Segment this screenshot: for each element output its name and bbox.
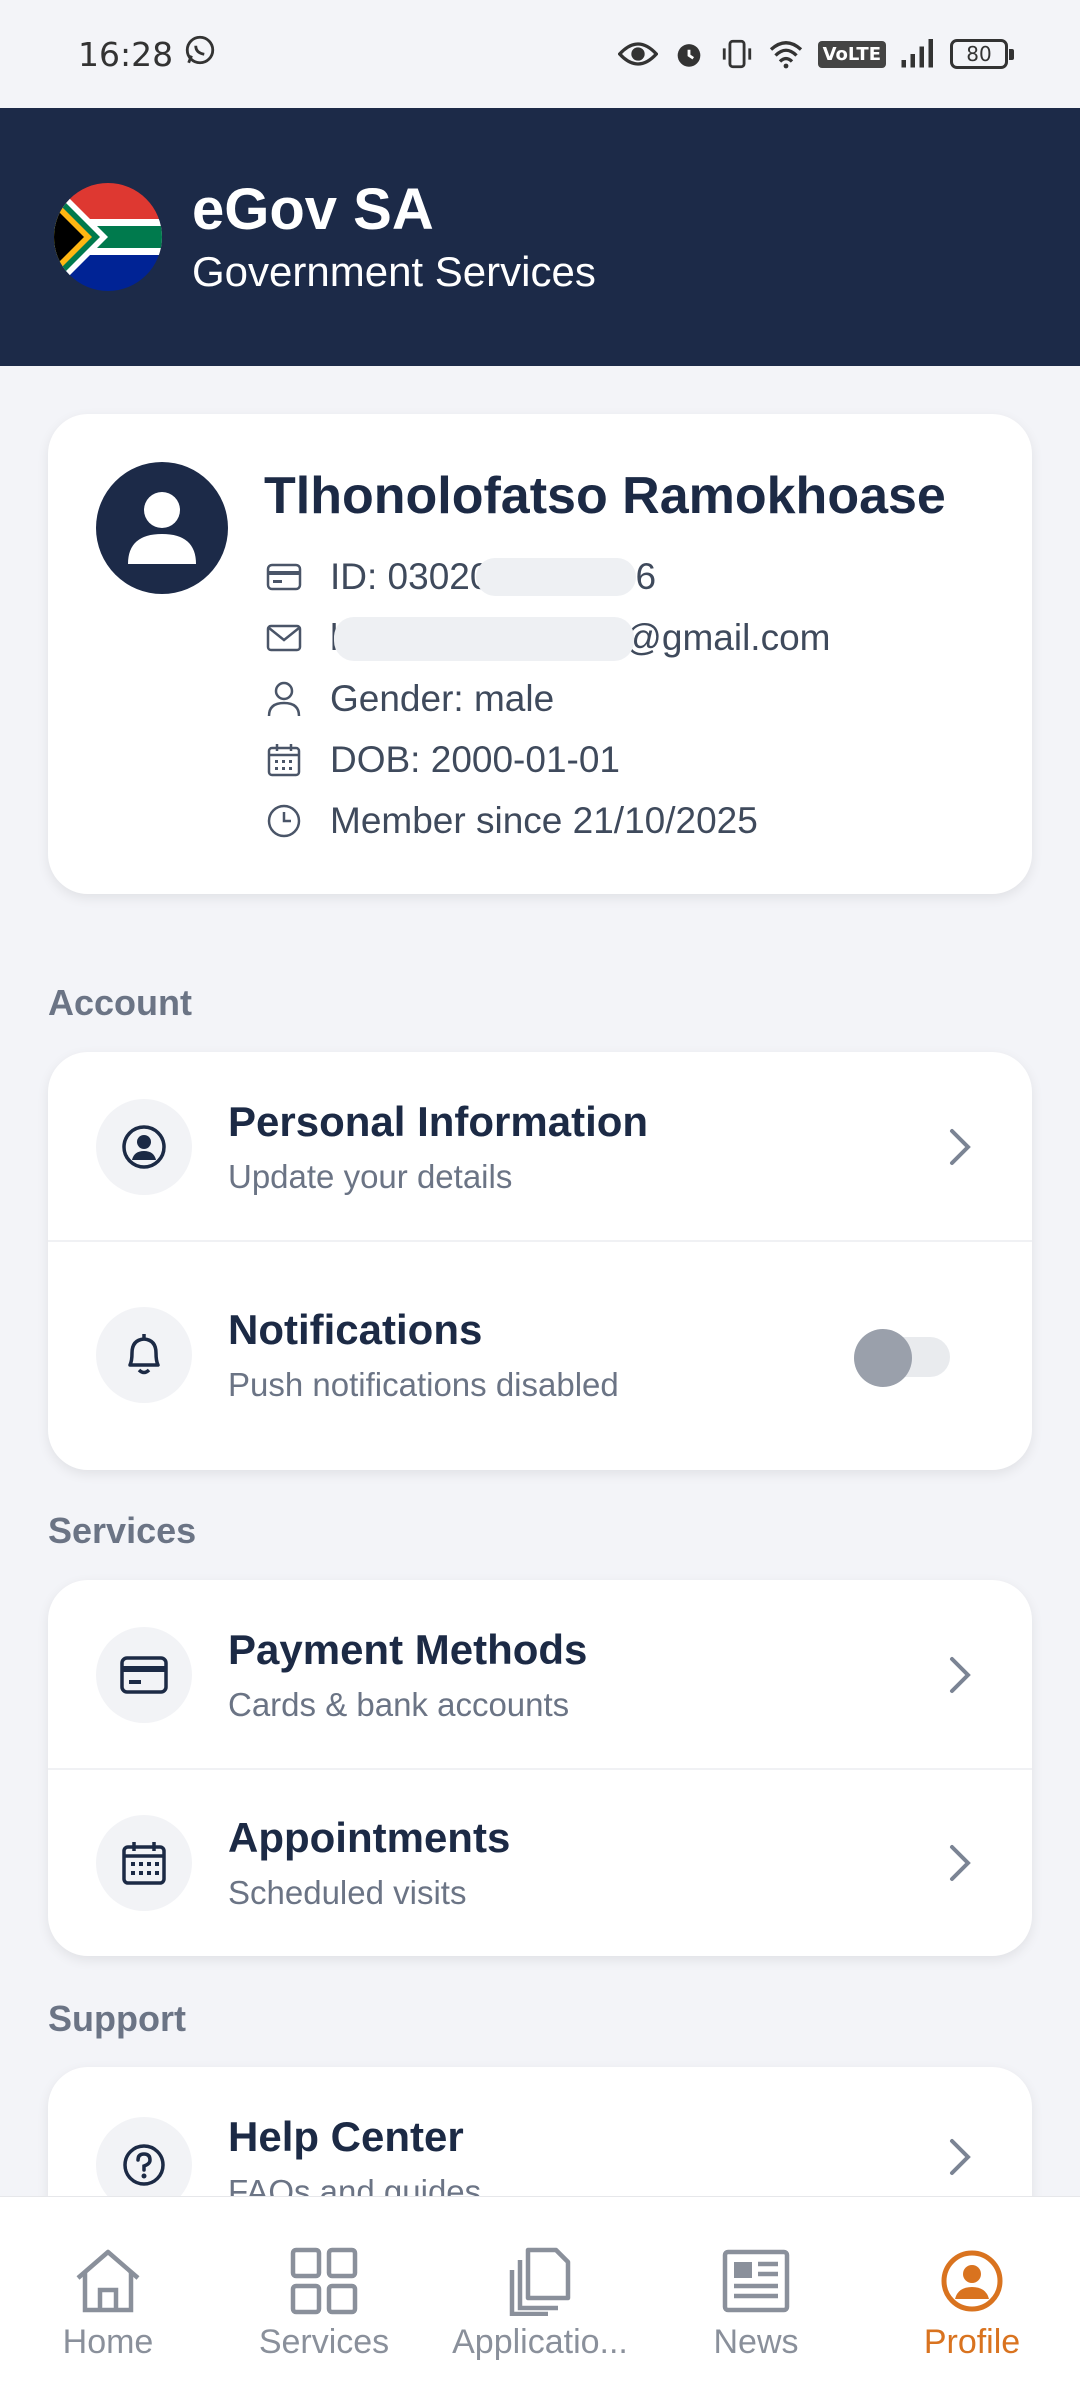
dob-row: DOB: 2000-01-01 xyxy=(264,739,620,781)
nav-home-label: Home xyxy=(62,2323,154,2361)
payment-methods-item[interactable]: Payment Methods Cards & bank accounts xyxy=(48,1580,1032,1770)
person-icon xyxy=(264,679,304,719)
notifications-item[interactable]: Notifications Push notifications disable… xyxy=(48,1260,1032,1450)
help-center-title: Help Center xyxy=(228,2113,464,2160)
chevron-right-icon xyxy=(946,1655,974,1700)
appointments-subtitle: Scheduled visits xyxy=(228,1874,467,1911)
nav-applications-label: Applicatio... xyxy=(452,2323,628,2361)
status-time: 16:28 xyxy=(78,34,174,74)
gender-row: Gender: male xyxy=(264,678,554,720)
status-left: 16:28 xyxy=(78,33,217,75)
newspaper-icon xyxy=(722,2245,790,2317)
user-circle-icon xyxy=(96,1099,192,1195)
payment-methods-subtitle: Cards & bank accounts xyxy=(228,1686,570,1723)
dob-text: DOB: 2000-01-01 xyxy=(330,739,621,780)
nav-news[interactable]: News xyxy=(648,2197,864,2388)
clock-icon xyxy=(264,801,304,841)
whatsapp-icon xyxy=(183,33,217,75)
member-since-row: Member since 21/10/2025 xyxy=(264,800,758,842)
volte-icon: VoLTE xyxy=(817,40,886,68)
bell-icon xyxy=(96,1307,192,1403)
toggle-knob xyxy=(854,1329,912,1387)
id-number-start: ID: 03020 xyxy=(330,556,491,597)
notifications-subtitle: Push notifications disabled xyxy=(228,1366,619,1403)
id-redaction xyxy=(476,558,636,596)
grid-icon xyxy=(290,2245,358,2317)
user-circle-icon xyxy=(940,2245,1004,2317)
status-right: VoLTE 80 xyxy=(617,37,1014,71)
appointments-item[interactable]: Appointments Scheduled visits xyxy=(48,1768,1032,1958)
chevron-right-icon xyxy=(946,1127,974,1172)
services-card: Payment Methods Cards & bank accounts Ap… xyxy=(48,1580,1032,1956)
gender-text: Gender: male xyxy=(330,678,555,719)
account-card: Personal Information Update your details… xyxy=(48,1052,1032,1470)
wifi-icon xyxy=(768,39,804,69)
email-redaction xyxy=(334,617,634,661)
credit-card-icon xyxy=(96,1627,192,1723)
divider xyxy=(48,1240,1032,1242)
calendar-icon xyxy=(96,1815,192,1911)
chevron-right-icon xyxy=(946,2137,974,2182)
app-subtitle: Government Services xyxy=(192,247,596,295)
nav-news-label: News xyxy=(713,2323,799,2361)
nav-applications[interactable]: Applicatio... xyxy=(432,2197,648,2388)
personal-information-item[interactable]: Personal Information Update your details xyxy=(48,1052,1032,1242)
member-since-text: Member since 21/10/2025 xyxy=(330,800,758,841)
brand-block: eGov SA Government Services xyxy=(192,178,596,296)
id-number-end: 6 xyxy=(635,556,657,597)
documents-icon xyxy=(508,2245,572,2317)
home-icon xyxy=(72,2245,144,2317)
app-header: eGov SA Government Services xyxy=(0,108,1080,366)
avatar xyxy=(96,462,228,594)
profile-card: Tlhonolofatso Ramokhoase ID: 03020 6 l s… xyxy=(48,414,1032,894)
chevron-right-icon xyxy=(946,1843,974,1888)
battery-level: 80 xyxy=(966,42,992,66)
section-label-account: Account xyxy=(48,982,192,1023)
personal-information-subtitle: Update your details xyxy=(228,1158,513,1195)
nav-services-label: Services xyxy=(258,2323,390,2361)
signal-icon xyxy=(900,39,936,69)
profile-name: Tlhonolofatso Ramokhoase xyxy=(264,467,946,525)
mail-icon xyxy=(264,618,304,658)
notifications-title: Notifications xyxy=(228,1306,483,1353)
section-label-support: Support xyxy=(48,1998,186,2039)
battery-icon: 80 xyxy=(950,39,1014,69)
notifications-toggle[interactable] xyxy=(854,1329,950,1387)
calendar-icon xyxy=(264,740,304,780)
nav-services[interactable]: Services xyxy=(216,2197,432,2388)
id-card-icon xyxy=(264,557,304,597)
section-label-services: Services xyxy=(48,1510,197,1551)
nav-profile-label: Profile xyxy=(923,2323,1021,2361)
eye-icon xyxy=(617,39,658,69)
south-africa-flag-icon xyxy=(54,183,162,291)
payment-methods-title: Payment Methods xyxy=(228,1626,588,1673)
nav-profile[interactable]: Profile xyxy=(864,2197,1080,2388)
nav-home[interactable]: Home xyxy=(0,2197,216,2388)
status-bar: 16:28 VoLTE 80 xyxy=(0,0,1080,108)
alarm-icon xyxy=(672,37,706,71)
personal-information-title: Personal Information xyxy=(228,1098,649,1145)
appointments-title: Appointments xyxy=(228,1814,511,1861)
vibrate-icon xyxy=(720,37,754,71)
app-title: eGov SA xyxy=(192,177,434,243)
user-icon xyxy=(128,492,196,564)
bottom-nav: Home Services Applicatio... News Profile xyxy=(0,2196,1080,2388)
